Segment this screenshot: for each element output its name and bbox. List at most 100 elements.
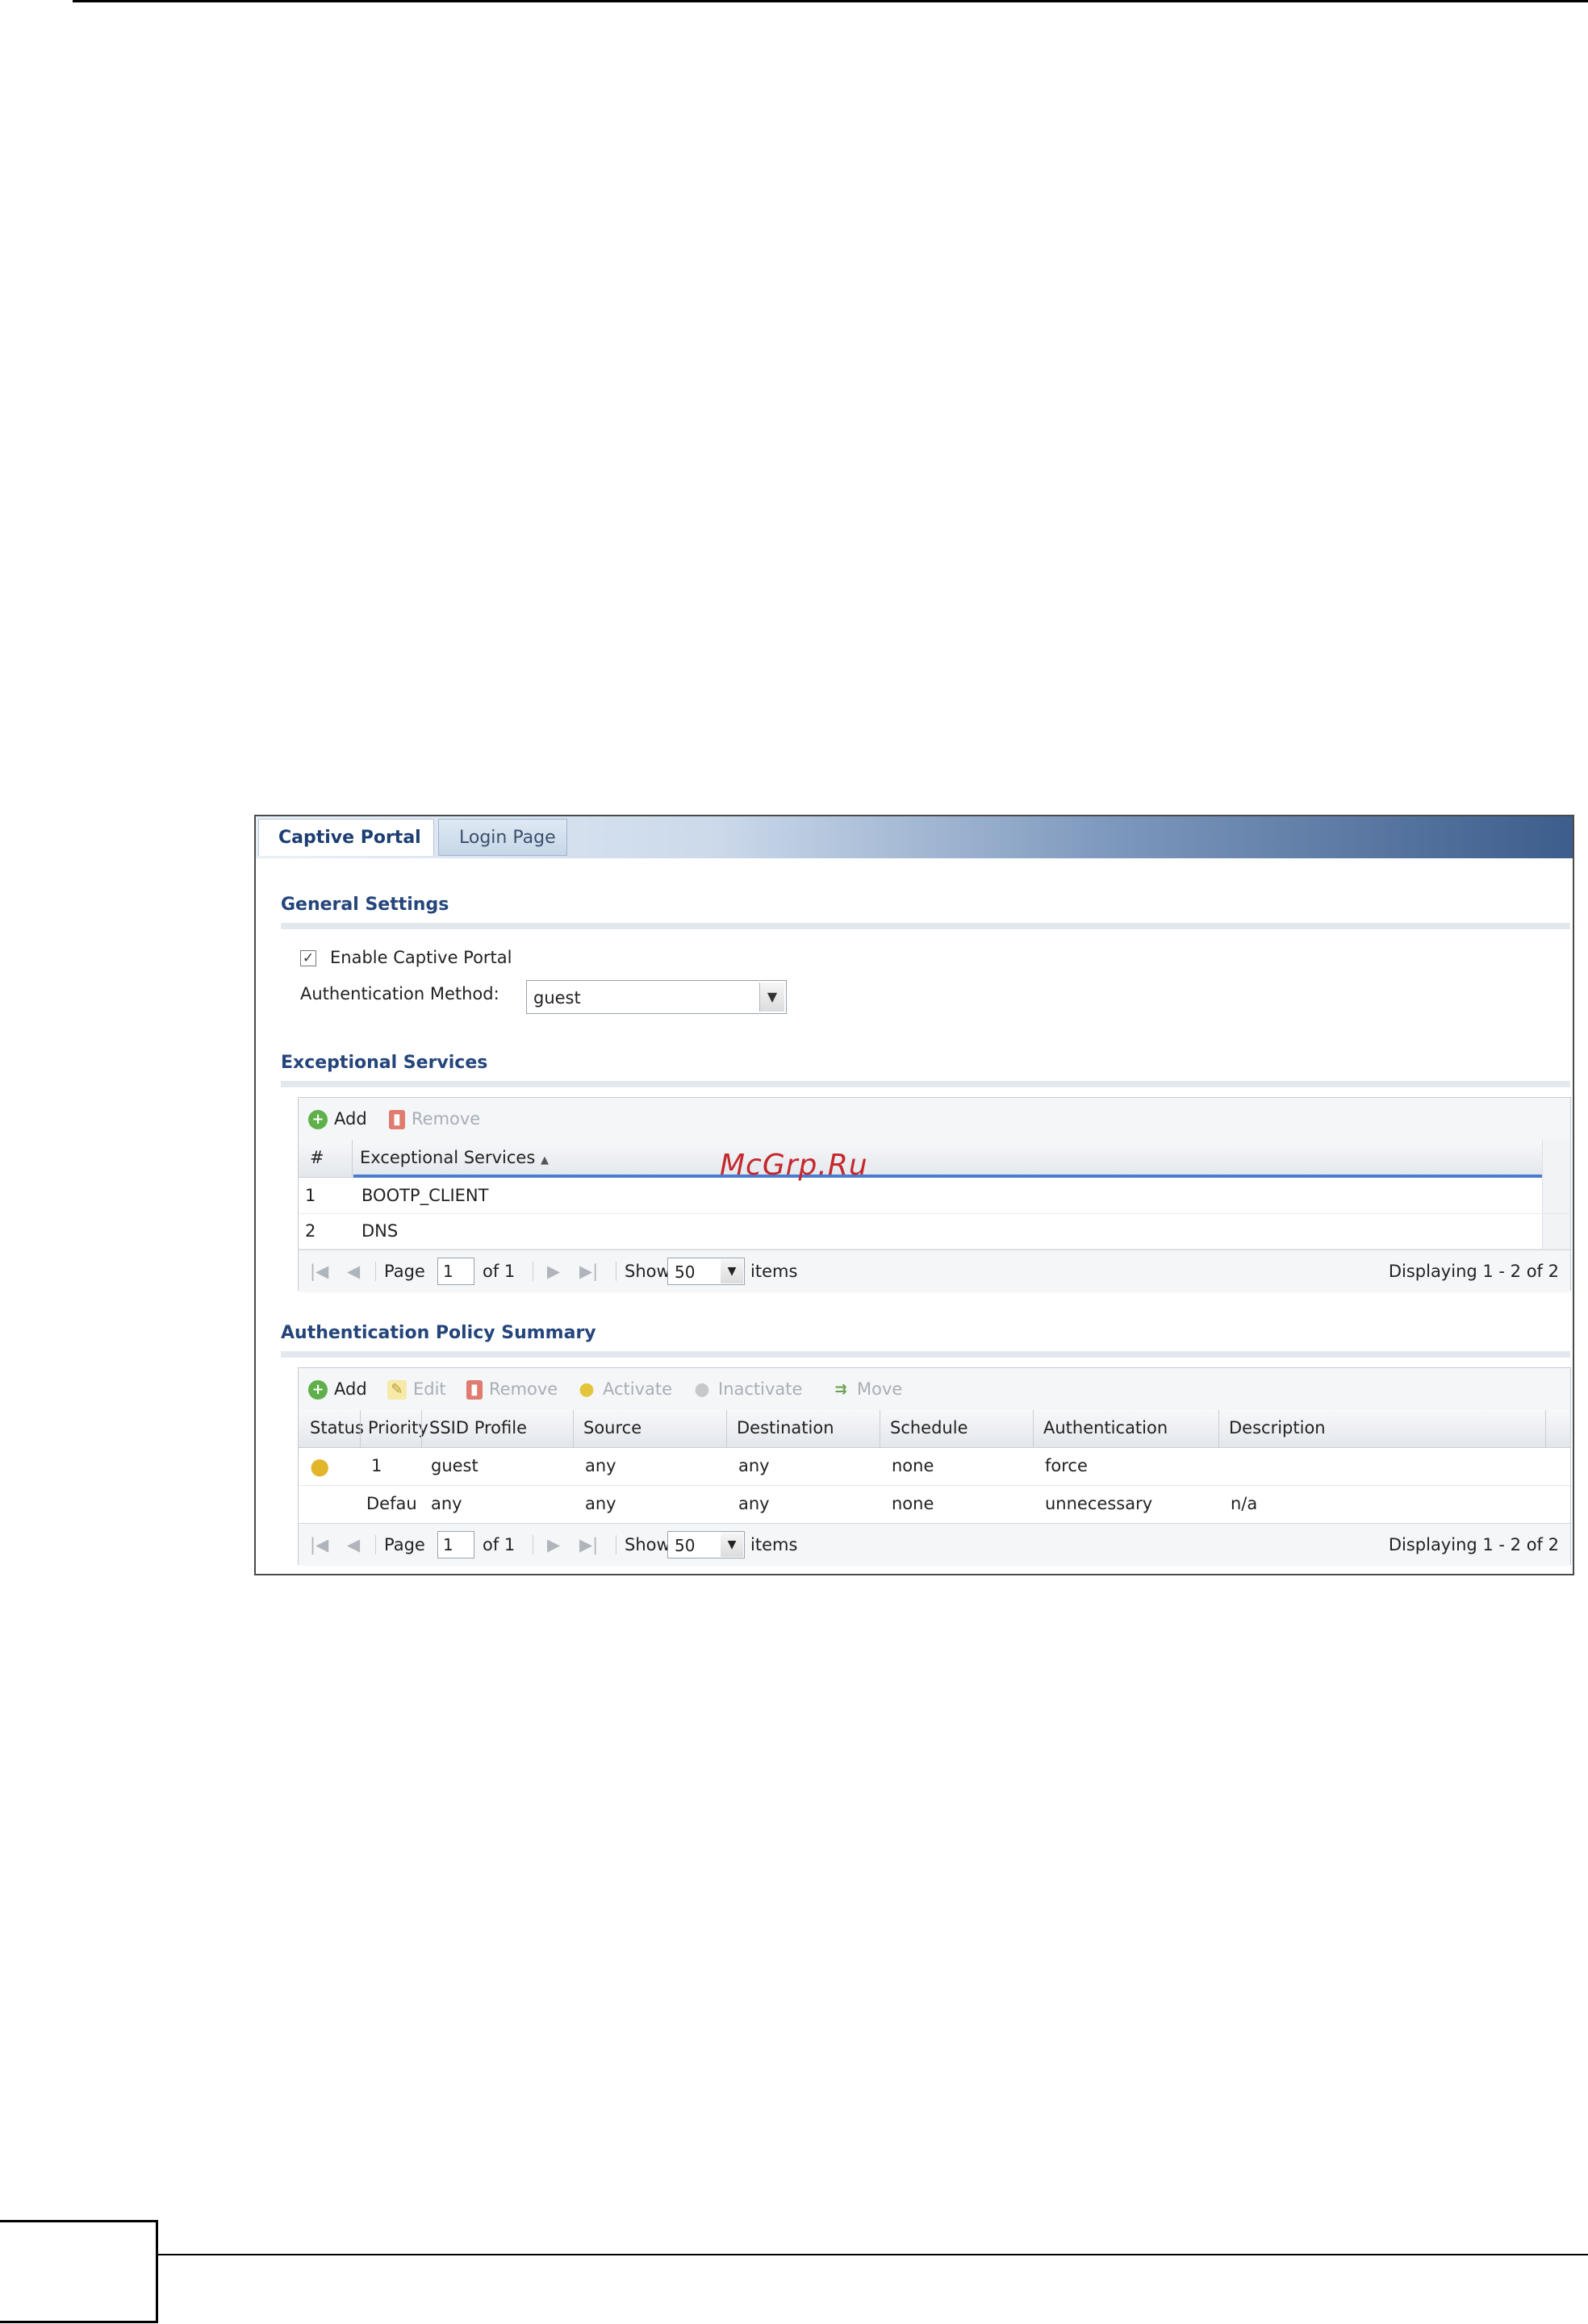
enable-captive-portal-label: Enable Captive Portal: [330, 948, 512, 967]
lightbulb-off-icon: ●: [694, 1379, 710, 1400]
row-source: any: [585, 1494, 616, 1513]
chevron-down-icon[interactable]: ▼: [759, 983, 784, 1012]
last-page-icon[interactable]: ▶|: [579, 1262, 598, 1281]
page-number-input[interactable]: 1: [437, 1531, 474, 1558]
trash-icon: ▮: [466, 1380, 483, 1400]
policy-toolbar: + Add ✎ Edit ▮ Remove ● Activate ● Inactivate…: [299, 1368, 1570, 1411]
items-per-page-value: 50: [675, 1536, 696, 1555]
displaying-status: Displaying 1 - 2 of 2: [1388, 1262, 1559, 1281]
items-per-page-select[interactable]: 50 ▼: [667, 1531, 745, 1558]
trash-icon: ▮: [389, 1110, 405, 1129]
table-row[interactable]: ● 1 guest any any none force: [299, 1448, 1570, 1486]
status-lightbulb-icon: ●: [310, 1453, 330, 1479]
section-divider: [281, 1081, 1570, 1087]
previous-page-icon[interactable]: ◀: [347, 1535, 360, 1554]
column-header-status[interactable]: Status: [310, 1418, 364, 1437]
previous-page-icon[interactable]: ◀: [347, 1262, 360, 1281]
exceptional-toolbar: + Add ▮ Remove: [299, 1098, 1570, 1141]
next-page-icon[interactable]: ▶: [547, 1262, 560, 1281]
pager-separator: [375, 1262, 376, 1281]
column-header-authentication[interactable]: Authentication: [1043, 1418, 1168, 1437]
top-page-rule: [73, 0, 1588, 2]
authentication-policy-panel: + Add ✎ Edit ▮ Remove ● Activate ● Inactivate…: [298, 1367, 1571, 1566]
column-header-schedule[interactable]: Schedule: [890, 1418, 968, 1437]
general-settings-title: General Settings: [281, 895, 449, 915]
exceptional-remove-button[interactable]: ▮ Remove: [389, 1109, 480, 1129]
lightbulb-icon: ●: [579, 1379, 595, 1400]
column-separator: [1033, 1410, 1034, 1447]
edit-icon: ✎: [387, 1380, 407, 1400]
column-separator: [352, 1140, 353, 1177]
section-divider: [281, 923, 1570, 929]
policy-activate-button[interactable]: ● Activate: [577, 1379, 672, 1400]
add-icon: +: [308, 1380, 328, 1400]
row-description: n/a: [1231, 1494, 1258, 1513]
watermark-text: McGrp.Ru: [720, 1149, 868, 1182]
page-of-label: of 1: [483, 1535, 516, 1554]
column-header-ssid-profile[interactable]: SSID Profile: [429, 1418, 527, 1437]
column-separator: [726, 1410, 727, 1447]
column-header-destination[interactable]: Destination: [737, 1418, 834, 1437]
row-schedule: none: [892, 1494, 934, 1513]
row-ssid-profile: any: [431, 1494, 462, 1513]
page-label: Page: [384, 1262, 425, 1281]
items-per-page-select[interactable]: 50 ▼: [667, 1258, 745, 1285]
column-separator: [421, 1410, 422, 1447]
exceptional-add-button[interactable]: + Add: [308, 1109, 367, 1129]
row-priority: 1: [371, 1456, 382, 1475]
chevron-down-icon[interactable]: ▼: [721, 1259, 743, 1283]
page-of-label: of 1: [483, 1262, 516, 1281]
row-source: any: [585, 1456, 616, 1475]
remove-label: Remove: [489, 1379, 558, 1399]
column-header-priority[interactable]: Priority: [368, 1418, 428, 1437]
row-ssid-profile: guest: [431, 1456, 478, 1475]
column-separator: [573, 1410, 574, 1447]
exceptional-services-panel: + Add ▮ Remove # Exceptional Services ▲ 1 …: [298, 1097, 1571, 1292]
row-number: 1: [305, 1186, 316, 1205]
authentication-method-select[interactable]: guest ▼: [526, 980, 787, 1014]
row-destination: any: [738, 1494, 770, 1513]
tab-captive-portal[interactable]: Captive Portal: [258, 819, 434, 856]
tab-login-page[interactable]: Login Page: [438, 819, 567, 856]
last-page-icon[interactable]: ▶|: [579, 1535, 598, 1554]
column-header-source[interactable]: Source: [583, 1418, 641, 1437]
policy-remove-button[interactable]: ▮ Remove: [466, 1379, 558, 1400]
add-label: Add: [334, 1379, 367, 1399]
items-per-page-value: 50: [675, 1262, 696, 1282]
policy-pager: |◀ ◀ Page 1 of 1 ▶ ▶| Show 50 ▼ items Di…: [299, 1523, 1570, 1566]
table-row[interactable]: 1 BOOTP_CLIENT: [299, 1178, 1570, 1214]
column-header-number[interactable]: #: [310, 1148, 324, 1167]
row-service: DNS: [361, 1221, 399, 1241]
first-page-icon[interactable]: |◀: [310, 1535, 328, 1554]
remove-label: Remove: [412, 1109, 481, 1129]
page-label: Page: [384, 1535, 425, 1554]
enable-captive-portal-checkbox[interactable]: ✓: [300, 950, 316, 966]
column-separator: [1218, 1410, 1219, 1447]
page-number-box: [0, 2220, 158, 2323]
show-label: Show: [625, 1262, 671, 1281]
column-header-description[interactable]: Description: [1229, 1418, 1326, 1437]
inactivate-label: Inactivate: [718, 1379, 803, 1399]
next-page-icon[interactable]: ▶: [547, 1535, 560, 1554]
column-header-exceptional-services[interactable]: Exceptional Services ▲: [360, 1148, 549, 1167]
page-number-input[interactable]: 1: [437, 1258, 474, 1285]
exceptional-pager: |◀ ◀ Page 1 of 1 ▶ ▶| Show 50 ▼ items Di…: [299, 1250, 1570, 1292]
row-priority: Defau: [366, 1494, 417, 1513]
sort-ascending-icon: ▲: [540, 1154, 549, 1166]
captive-portal-window: Captive Portal Login Page General Settin…: [254, 815, 1574, 1575]
table-row[interactable]: 2 DNS: [299, 1213, 1570, 1250]
policy-move-button[interactable]: ⇉ Move: [831, 1379, 902, 1400]
policy-add-button[interactable]: + Add: [308, 1379, 367, 1400]
policy-inactivate-button[interactable]: ● Inactivate: [692, 1379, 802, 1400]
edit-label: Edit: [413, 1379, 446, 1399]
table-row[interactable]: Defau any any any none unnecessary n/a: [299, 1486, 1570, 1524]
chevron-down-icon[interactable]: ▼: [721, 1533, 743, 1557]
first-page-icon[interactable]: |◀: [310, 1262, 328, 1281]
authentication-method-label: Authentication Method:: [300, 984, 499, 1003]
add-icon: +: [308, 1110, 328, 1129]
items-label: items: [750, 1535, 798, 1554]
row-authentication: unnecessary: [1045, 1494, 1153, 1513]
activate-label: Activate: [603, 1379, 673, 1399]
policy-edit-button[interactable]: ✎ Edit: [387, 1379, 446, 1400]
row-service: BOOTP_CLIENT: [361, 1186, 489, 1205]
